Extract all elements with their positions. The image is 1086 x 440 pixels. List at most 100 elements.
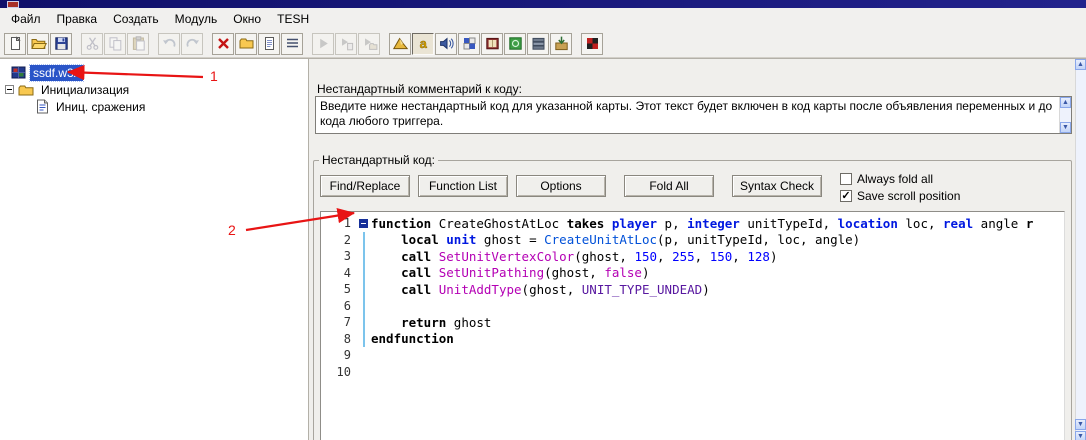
menu-item[interactable]: Создать bbox=[105, 9, 167, 29]
new-folder-button[interactable] bbox=[235, 32, 257, 55]
new-map-button[interactable] bbox=[4, 32, 26, 55]
scroll-down-arrow-icon[interactable]: ▼ bbox=[1075, 431, 1086, 440]
line-number: 6 bbox=[343, 298, 351, 313]
map-comment-textarea[interactable]: Введите ниже нестандартный код для указа… bbox=[315, 96, 1072, 134]
save-map-button[interactable] bbox=[50, 32, 72, 55]
run-icon bbox=[315, 35, 332, 52]
new-document-button[interactable] bbox=[258, 32, 280, 55]
cut-button bbox=[81, 32, 103, 55]
menu-item[interactable]: TESH bbox=[269, 9, 317, 29]
custom-code-group: Нестандартный код: Find/Replace Function … bbox=[313, 153, 1072, 440]
ai-editor-icon bbox=[507, 35, 524, 52]
ai-editor-button[interactable] bbox=[504, 32, 526, 55]
test-map-button[interactable] bbox=[581, 32, 603, 55]
fold-collapse-icon[interactable] bbox=[359, 219, 368, 228]
fold-guide-line bbox=[363, 264, 365, 281]
object-editor-button[interactable] bbox=[458, 32, 480, 55]
import-manager-button[interactable] bbox=[550, 32, 572, 55]
run-folder-button bbox=[358, 32, 380, 55]
new-document-icon bbox=[261, 35, 278, 52]
syntax-check-button[interactable]: Syntax Check bbox=[732, 175, 822, 197]
code-text: local unit ghost = CreateUnitAtLoc(p, un… bbox=[401, 232, 861, 248]
tree-row-trigger: Иниц. сражения bbox=[0, 98, 308, 115]
always-fold-all-checkbox[interactable] bbox=[840, 173, 852, 185]
copy-button bbox=[104, 32, 126, 55]
code-text: return ghost bbox=[401, 314, 492, 330]
sound-editor-icon bbox=[438, 35, 455, 52]
tree-item-map[interactable]: ssdf.w3x bbox=[29, 63, 84, 82]
toolbar-separator bbox=[304, 33, 312, 55]
fold-margin bbox=[357, 314, 371, 331]
fold-guide-line bbox=[363, 314, 365, 331]
tree-item-trigger[interactable]: Иниц. сражения bbox=[53, 99, 148, 115]
open-map-button[interactable] bbox=[27, 32, 49, 55]
toolbar-separator bbox=[573, 33, 581, 55]
fold-all-button[interactable]: Fold All bbox=[624, 175, 714, 197]
menu-item[interactable]: Модуль bbox=[167, 9, 226, 29]
menu-item[interactable]: Окно bbox=[225, 9, 269, 29]
app-icon bbox=[7, 1, 19, 8]
copy-icon bbox=[107, 35, 124, 52]
scroll-down-arrow-icon[interactable]: ▼ bbox=[1060, 122, 1071, 133]
code-line: 4 call SetUnitPathing(ghost, false) bbox=[321, 264, 1064, 281]
sound-editor-button[interactable] bbox=[435, 32, 457, 55]
toolbar-separator bbox=[381, 33, 389, 55]
code-text: function CreateGhostAtLoc takes player p… bbox=[371, 215, 1034, 231]
delete-icon bbox=[215, 35, 232, 52]
fold-margin bbox=[357, 297, 371, 314]
code-editor[interactable]: 1 function CreateGhostAtLoc takes player … bbox=[320, 211, 1065, 440]
object-manager-button[interactable] bbox=[527, 32, 549, 55]
fold-margin bbox=[357, 364, 371, 381]
view-list-button[interactable] bbox=[281, 32, 303, 55]
new-map-icon bbox=[7, 35, 24, 52]
code-line: 7 return ghost bbox=[321, 314, 1064, 331]
menu-bar: Файл Правка Создать Модуль Окно TESH bbox=[0, 8, 1086, 30]
fold-margin bbox=[357, 330, 371, 347]
always-fold-all-option: Always fold all bbox=[840, 172, 960, 186]
toolbar: a bbox=[0, 30, 1086, 58]
collapse-toggle-icon[interactable] bbox=[5, 85, 14, 94]
delete-button[interactable] bbox=[212, 32, 234, 55]
find-replace-button[interactable]: Find/Replace bbox=[320, 175, 410, 197]
scroll-up-arrow-icon[interactable]: ▲ bbox=[1075, 59, 1086, 70]
redo-icon bbox=[184, 35, 201, 52]
open-map-icon bbox=[30, 35, 47, 52]
fold-guide-line bbox=[363, 330, 365, 347]
trigger-editor-button[interactable]: a bbox=[412, 32, 434, 55]
trigger-tree-panel: ssdf.w3x Инициализация Иниц. сражения bbox=[0, 59, 309, 440]
terrain-editor-button[interactable] bbox=[389, 32, 411, 55]
scroll-down-arrow-icon[interactable]: ▼ bbox=[1075, 419, 1086, 430]
code-options-checkboxes: Always fold all ✓ Save scroll position bbox=[840, 172, 960, 203]
fold-guide-line bbox=[363, 297, 365, 314]
options-button[interactable]: Options bbox=[516, 175, 606, 197]
fold-guide-line bbox=[363, 248, 365, 265]
campaign-editor-icon bbox=[484, 35, 501, 52]
tree-item-category[interactable]: Инициализация bbox=[38, 82, 132, 98]
function-list-button[interactable]: Function List bbox=[418, 175, 508, 197]
object-editor-icon bbox=[461, 35, 478, 52]
menu-item[interactable]: Файл bbox=[3, 9, 49, 29]
line-number: 7 bbox=[343, 315, 351, 330]
line-number: 9 bbox=[343, 348, 351, 363]
campaign-editor-button[interactable] bbox=[481, 32, 503, 55]
map-file-icon bbox=[11, 65, 26, 80]
scroll-up-arrow-icon[interactable]: ▲ bbox=[1060, 97, 1071, 108]
fold-margin bbox=[357, 231, 371, 248]
trigger-page-icon bbox=[36, 99, 49, 114]
save-scroll-position-checkbox[interactable]: ✓ bbox=[840, 190, 852, 202]
checkbox-label: Always fold all bbox=[857, 172, 934, 186]
fold-margin bbox=[357, 215, 371, 232]
paste-icon bbox=[130, 35, 147, 52]
run-folder-icon bbox=[361, 35, 378, 52]
tree-row-map: ssdf.w3x bbox=[0, 63, 308, 82]
code-text: call SetUnitVertexColor(ghost, 150, 255,… bbox=[401, 248, 778, 264]
folder-icon bbox=[18, 83, 34, 96]
cut-icon bbox=[84, 35, 101, 52]
toolbar-separator bbox=[73, 33, 81, 55]
menu-item[interactable]: Правка bbox=[49, 9, 106, 29]
map-comment-text: Введите ниже нестандартный код для указа… bbox=[320, 99, 1053, 128]
world-editor-window: Файл Правка Создать Модуль Окно TESH a ssdf.w… bbox=[0, 0, 1086, 440]
toolbar-separator bbox=[204, 33, 212, 55]
vertical-scrollbar[interactable]: ▲ ▼ ▼ bbox=[1075, 59, 1086, 440]
object-manager-icon bbox=[530, 35, 547, 52]
